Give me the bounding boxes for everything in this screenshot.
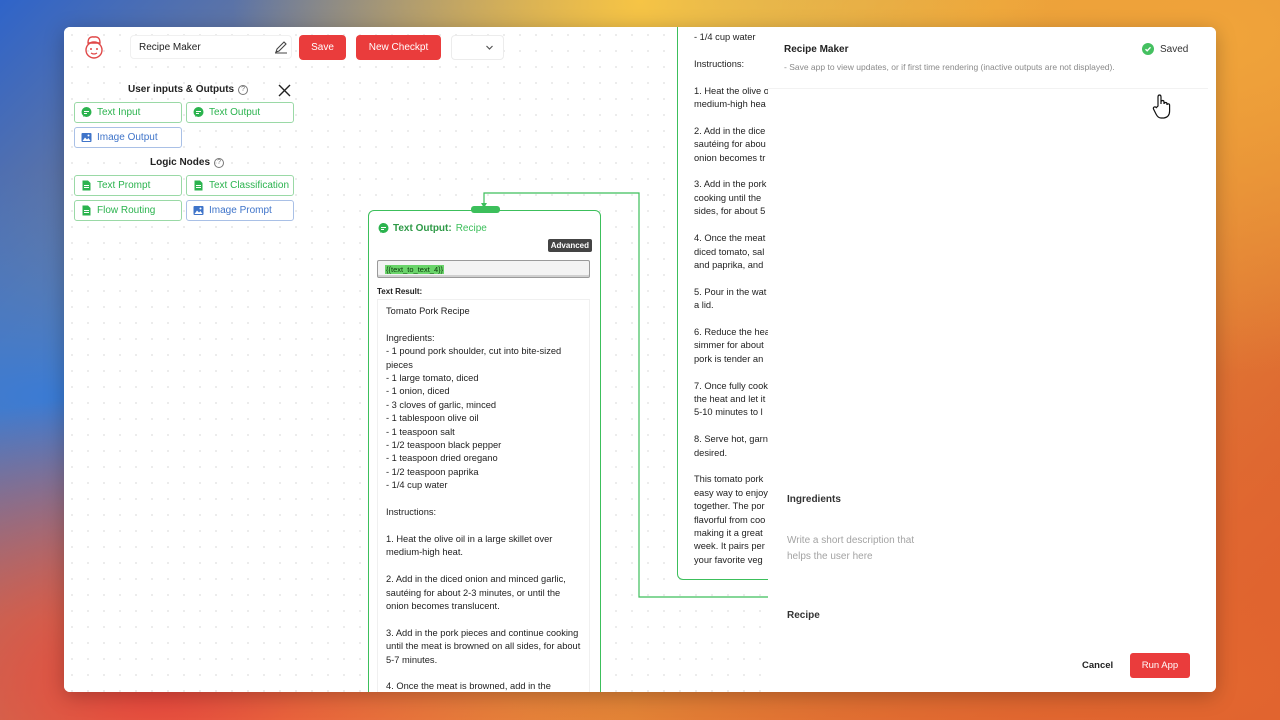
document-icon (194, 180, 203, 191)
io-section-label: User inputs & Outputs (128, 84, 235, 95)
ingredients-description[interactable]: Write a short description that helps the… (787, 533, 927, 565)
variable-tag: {{text_to_text_4}} (385, 265, 445, 274)
chip-label: Text Output (209, 107, 261, 118)
advanced-button[interactable]: Advanced (547, 239, 592, 252)
panel-title: Recipe Maker (784, 44, 849, 55)
node-input-handle[interactable] (471, 206, 500, 213)
hand-cursor-icon (1152, 94, 1171, 119)
chip-label: Text Input (97, 107, 141, 118)
recipe-label: Recipe (787, 610, 820, 621)
node-title-text: Text Output: (393, 223, 452, 234)
io-section-title: User inputs & Outputs ? (128, 84, 249, 95)
variable-field[interactable]: {{text_to_text_4}} (377, 260, 590, 278)
palette-image-prompt[interactable]: Image Prompt (186, 200, 294, 221)
app-name-field[interactable]: Recipe Maker (130, 35, 292, 59)
chef-logo-icon (85, 36, 103, 59)
app-preview-panel: Recipe Maker - Save app to view updates,… (768, 27, 1216, 692)
saved-label: Saved (1160, 43, 1189, 55)
palette-text-input[interactable]: Text Input (74, 102, 182, 123)
chip-label: Image Prompt (209, 205, 272, 216)
chip-label: Text Prompt (97, 180, 151, 191)
chip-label: Image Output (97, 132, 158, 143)
chip-label: Flow Routing (97, 205, 156, 216)
chip-label: Text Classification (209, 180, 290, 191)
new-checkpoint-button[interactable]: New Checkpt (356, 35, 441, 60)
chat-bubble-icon (81, 107, 92, 117)
image-icon (81, 133, 92, 142)
document-icon (82, 180, 91, 191)
text-result-label: Text Result: (377, 287, 423, 296)
help-icon[interactable]: ? (238, 84, 249, 95)
text-output-node[interactable]: Text Output: Recipe Advanced {{text_to_t… (368, 206, 601, 692)
palette-text-prompt[interactable]: Text Prompt (74, 175, 182, 196)
chat-bubble-icon (378, 223, 389, 233)
panel-subtitle: - Save app to view updates, or if first … (784, 62, 1115, 72)
document-icon (82, 205, 91, 216)
image-icon (193, 206, 204, 215)
node-title: Text Output: Recipe (378, 223, 487, 234)
help-icon[interactable]: ? (214, 157, 225, 168)
logic-section-label: Logic Nodes (150, 157, 211, 168)
text-result-box[interactable]: Tomato Pork Recipe Ingredients: - 1 poun… (377, 299, 590, 692)
checkpoint-dropdown[interactable] (451, 35, 504, 60)
ingredients-label: Ingredients (787, 494, 841, 505)
palette-text-output[interactable]: Text Output (186, 102, 294, 123)
close-icon[interactable] (278, 84, 291, 97)
app-window: Recipe Maker Save New Checkpt User input… (64, 27, 1216, 692)
edit-pencil-icon[interactable] (274, 40, 288, 54)
saved-status: Saved (1142, 43, 1188, 55)
logic-section-title: Logic Nodes ? (150, 157, 225, 168)
panel-header: Recipe Maker - Save app to view updates,… (768, 27, 1208, 89)
palette-flow-routing[interactable]: Flow Routing (74, 200, 182, 221)
save-button[interactable]: Save (299, 35, 346, 60)
run-app-button[interactable]: Run App (1130, 653, 1190, 678)
chevron-down-icon (486, 45, 493, 50)
cancel-button[interactable]: Cancel (1082, 660, 1113, 671)
chat-bubble-icon (193, 107, 204, 117)
palette-text-classification[interactable]: Text Classification (186, 175, 294, 196)
node-subtitle: Recipe (455, 223, 487, 234)
palette-image-output[interactable]: Image Output (74, 127, 182, 148)
check-circle-icon (1142, 43, 1154, 55)
app-logo (81, 32, 107, 62)
